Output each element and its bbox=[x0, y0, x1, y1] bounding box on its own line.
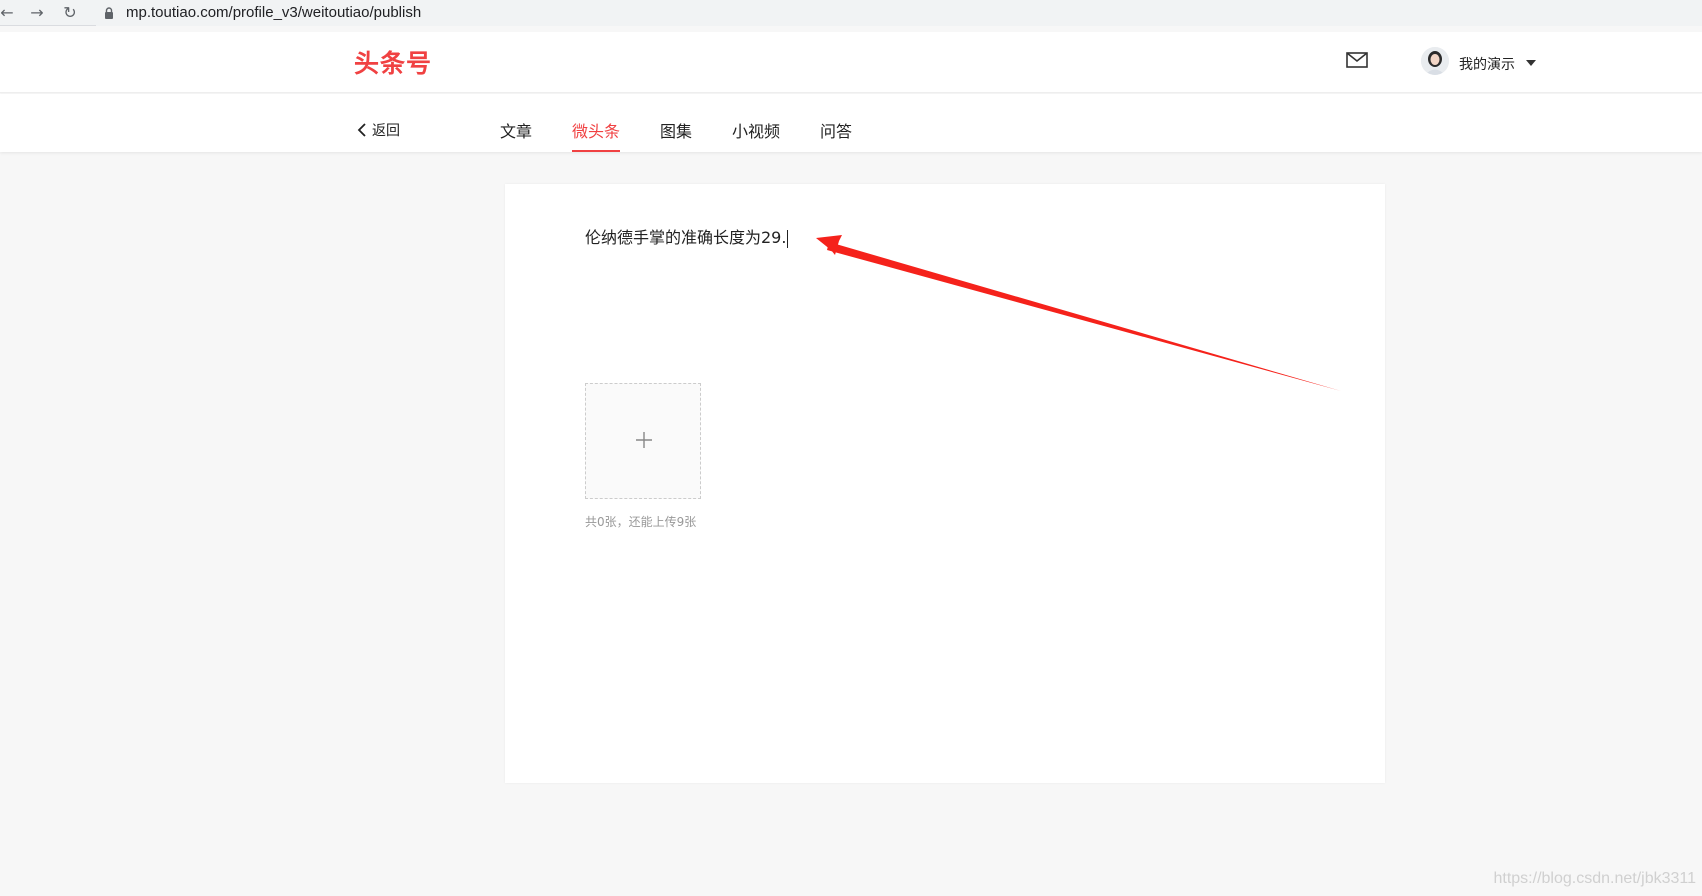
avatar[interactable] bbox=[1421, 47, 1449, 75]
address-bar[interactable]: mp.toutiao.com/profile_v3/weitoutiao/pub… bbox=[96, 0, 1702, 26]
reload-icon[interactable]: ↻ bbox=[61, 4, 79, 22]
back-arrow-icon[interactable]: ← bbox=[0, 4, 16, 22]
chevron-left-icon bbox=[357, 123, 366, 137]
image-upload-button[interactable] bbox=[585, 383, 701, 499]
tab-short-video[interactable]: 小视频 bbox=[732, 118, 780, 152]
forward-arrow-icon[interactable]: → bbox=[28, 4, 46, 22]
publish-card: 伦纳德手掌的准确长度为29. 共0张，还能上传9张 bbox=[505, 184, 1385, 783]
tab-gallery[interactable]: 图集 bbox=[660, 118, 692, 152]
avatar-image bbox=[1421, 47, 1449, 75]
post-editor[interactable]: 伦纳德手掌的准确长度为29. bbox=[585, 224, 789, 248]
back-label: 返回 bbox=[372, 123, 400, 139]
caret-down-icon[interactable] bbox=[1526, 60, 1536, 66]
watermark: https://blog.csdn.net/jbk3311 bbox=[1493, 870, 1696, 887]
tab-weitoutiao[interactable]: 微头条 bbox=[572, 118, 621, 152]
text-cursor bbox=[787, 229, 789, 248]
upload-hint: 共0张，还能上传9张 bbox=[585, 515, 697, 529]
site-header: 头条号 我的演示 bbox=[0, 32, 1702, 93]
site-logo[interactable]: 头条号 bbox=[354, 44, 432, 80]
plus-icon bbox=[636, 432, 652, 448]
publish-tabs-bar: 返回 文章 微头条 图集 小视频 问答 bbox=[0, 94, 1702, 152]
tab-article[interactable]: 文章 bbox=[500, 118, 532, 152]
url-text: mp.toutiao.com/profile_v3/weitoutiao/pub… bbox=[126, 4, 422, 21]
mail-icon[interactable] bbox=[1346, 52, 1368, 68]
post-content: 伦纳德手掌的准确长度为29. bbox=[585, 228, 787, 247]
lock-icon bbox=[105, 7, 113, 19]
user-name[interactable]: 我的演示 bbox=[1459, 54, 1515, 74]
browser-toolbar: ← → ↻ mp.toutiao.com/profile_v3/weitouti… bbox=[0, 0, 1702, 26]
back-link[interactable]: 返回 bbox=[357, 120, 400, 140]
tab-qa[interactable]: 问答 bbox=[820, 118, 852, 152]
